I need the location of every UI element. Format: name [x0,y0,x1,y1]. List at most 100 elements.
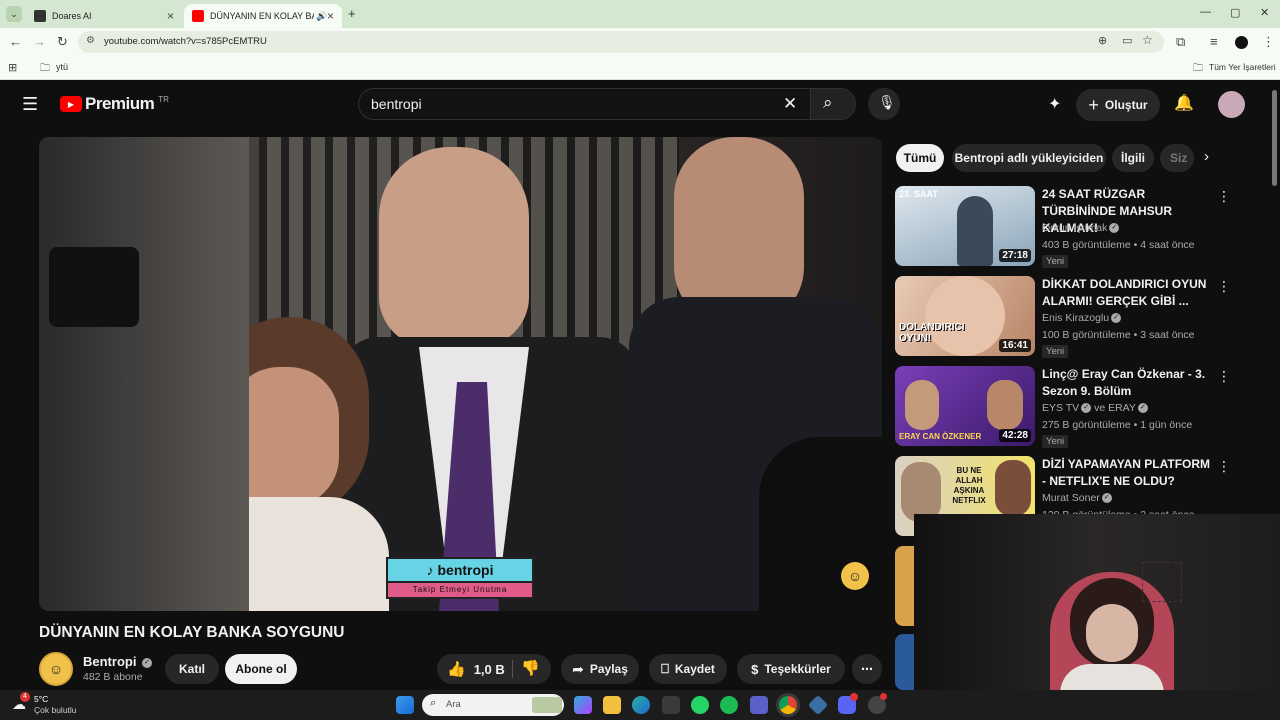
rec-thumbnail-partial[interactable] [895,546,915,626]
join-button[interactable]: Katıl [165,654,219,684]
tab-doares-ai[interactable]: Doares AI × [26,4,182,28]
minimize-icon[interactable]: — [1200,6,1211,18]
media-icon[interactable]: ≡ [1210,34,1218,49]
channel-avatar[interactable]: ☺ [39,652,73,686]
search-input[interactable]: bentropi [371,96,422,112]
cast-icon[interactable]: ▭ [1122,34,1132,47]
search-box[interactable]: bentropi ✕ [358,88,812,120]
chrome-icon[interactable] [779,696,797,714]
premium-lens-icon[interactable]: ✦ [1048,94,1061,114]
zoom-icon[interactable]: ⊕ [1098,34,1107,47]
rec-channel[interactable]: EYS TV ✓ ve ERAY ✓ [1042,402,1148,414]
copilot-icon[interactable] [574,696,592,714]
chrome-menu-icon[interactable]: ⋮ [1262,34,1275,50]
notifications-bell-icon[interactable]: 🔔 [1174,93,1194,113]
url-text[interactable]: youtube.com/watch?v=s785PcEMTRU [104,36,267,47]
teams-icon[interactable] [750,696,768,714]
rec-thumbnail[interactable]: ERAY CAN ÖZKENER 42:28 [895,366,1035,446]
bookmark-ytu[interactable]: ytü [56,62,68,72]
chip-related[interactable]: İlgili [1112,144,1154,172]
rec-title[interactable]: Linç@ Eray Can Özkenar - 3. Sezon 9. Böl… [1042,366,1212,400]
rec-title[interactable]: DİKKAT DOLANDIRICI OYUN ALARMI! GERÇEK G… [1042,276,1212,310]
channel-name-2[interactable]: ve ERAY [1094,402,1136,414]
apps-grid-icon[interactable]: ⊞ [8,61,17,74]
clear-search-icon[interactable]: ✕ [783,94,797,114]
rec-more-icon[interactable]: ⋮ [1217,278,1231,295]
thanks-button[interactable]: $ Teşekkürler [737,654,845,684]
tab-search-button[interactable]: ⌄ [6,6,22,22]
close-tab-icon[interactable]: × [167,9,174,23]
chip-scroll-right-icon[interactable]: › [1204,148,1209,165]
weather-desc[interactable]: Çok bulutlu [34,705,77,715]
rec-channel[interactable]: Enis Kirazoglu ✓ [1042,312,1122,324]
vscode-icon[interactable] [807,694,829,716]
channel-name[interactable]: Murat Soner [1042,492,1100,504]
rec-video-1[interactable]: 23. SAAT 27:18 24 SAAT RÜZGAR TÜRBİNİNDE… [895,186,1235,268]
site-info-icon[interactable]: ⚙ [86,35,95,46]
omnibox[interactable]: ⚙ youtube.com/watch?v=s785PcEMTRU ⊕ ▭ ☆ [78,31,1164,53]
weather-temp[interactable]: 5°C [34,694,48,704]
youtube-premium-logo[interactable]: ▶ Premium TR [60,94,169,114]
tab-youtube-video[interactable]: DÜNYANIN EN KOLAY BANKA 🔊 × [184,4,342,28]
rec-more-icon[interactable]: ⋮ [1217,458,1231,475]
extensions-icon[interactable]: ⧉ [1176,34,1185,50]
start-windows-icon[interactable] [396,696,414,714]
channel-name[interactable]: Bentropi [83,654,136,669]
rec-title[interactable]: DİZİ YAPAMAYAN PLATFORM - NETFLIX'E NE O… [1042,456,1212,490]
audio-playing-icon[interactable]: 🔊 [316,11,327,22]
divider [512,660,513,678]
channel-name[interactable]: Orkun Işıtmak [1042,222,1107,234]
chip-all[interactable]: Tümü [896,144,944,172]
video-player[interactable]: ♪ bentropi Takip Etmeyi Unutma ☺ [39,137,882,611]
close-window-icon[interactable]: ✕ [1260,6,1269,19]
more-actions-button[interactable]: ⋯ [852,654,882,684]
rec-thumbnail-partial[interactable] [895,634,915,690]
share-button[interactable]: ➦ Paylaş [561,654,639,684]
taskbar-search[interactable]: ⌕ Ara [422,694,564,716]
channel-name-row[interactable]: Bentropi ✓ [83,654,153,669]
account-avatar[interactable] [1218,91,1245,118]
back-icon[interactable]: ← [9,34,22,49]
bookmark-star-icon[interactable]: ☆ [1142,33,1153,47]
new-tab-button[interactable]: + [348,6,356,21]
profile-avatar[interactable] [1235,36,1248,49]
rec-thumbnail[interactable]: DOLANDIRICI OYUN! 16:41 [895,276,1035,356]
save-label: Kaydet [674,662,715,676]
like-count[interactable]: 1,0 B [474,662,505,677]
taskbar-search-input[interactable]: Ara [446,699,461,710]
rec-channel[interactable]: Murat Soner ✓ [1042,492,1112,504]
whatsapp-icon[interactable] [691,696,709,714]
close-tab-icon[interactable]: × [327,9,334,23]
weather-badge: 4 [20,692,30,702]
rec-more-icon[interactable]: ⋮ [1217,368,1231,385]
rec-thumbnail[interactable]: 23. SAAT 27:18 [895,186,1035,266]
rec-channel[interactable]: Orkun Işıtmak ✓ [1042,222,1120,234]
webcam-overlay [914,514,1280,690]
like-icon[interactable]: 👍 [447,660,466,678]
subscribe-button[interactable]: Abone ol [225,654,297,684]
verified-check-icon: ✓ [1111,313,1122,324]
guide-menu-icon[interactable]: ☰ [22,94,38,115]
channel-watermark-icon[interactable]: ☺ [841,562,869,590]
forward-icon[interactable]: → [33,34,46,49]
save-button[interactable]: ⎕ Kaydet [649,654,727,684]
store-icon[interactable] [662,696,680,714]
dislike-icon[interactable]: 👎 [521,659,540,677]
chip-for-you[interactable]: Siz [1160,144,1194,172]
channel-name[interactable]: Enis Kirazoglu [1042,312,1109,324]
edge-icon[interactable] [632,696,650,714]
rec-video-2[interactable]: DOLANDIRICI OYUN! 16:41 DİKKAT DOLANDIRI… [895,276,1235,358]
channel-name[interactable]: EYS TV [1042,402,1079,414]
search-button[interactable]: ⌕ [810,88,856,120]
all-bookmarks[interactable]: Tüm Yer İşaretleri [1209,62,1276,72]
chip-from-uploader[interactable]: Bentropi adlı yükleyiciden [952,144,1106,172]
create-button[interactable]: + Oluştur [1076,89,1160,121]
rec-video-3[interactable]: ERAY CAN ÖZKENER 42:28 Linç@ Eray Can Öz… [895,366,1235,448]
file-explorer-icon[interactable] [603,696,621,714]
reload-icon[interactable]: ↻ [57,34,68,50]
voice-search-button[interactable]: 🎙 [868,88,900,120]
maximize-icon[interactable]: ▢ [1230,6,1240,19]
rec-more-icon[interactable]: ⋮ [1217,188,1231,205]
spotify-icon[interactable] [720,696,738,714]
page-scrollbar[interactable] [1272,90,1277,186]
